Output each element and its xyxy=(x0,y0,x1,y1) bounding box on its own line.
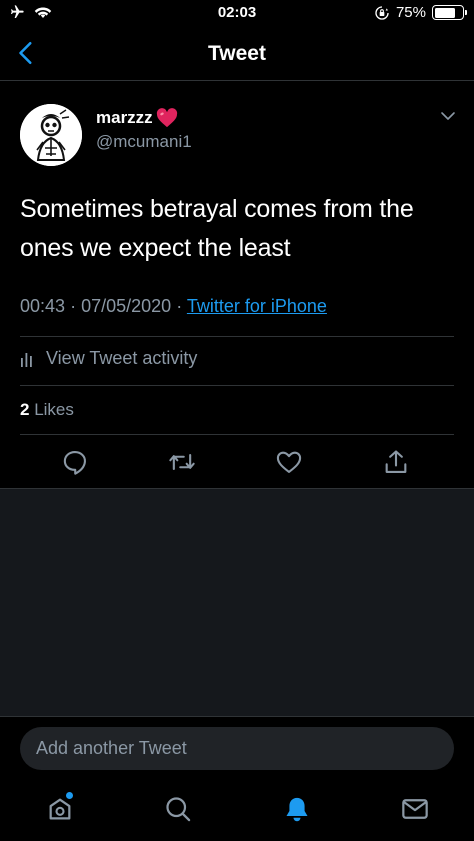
replies-area xyxy=(0,488,474,716)
tweet-detail: marzzz @mcumani1 Sometimes betrayal come… xyxy=(0,82,474,488)
name-row[interactable]: marzzz xyxy=(96,108,178,128)
tab-bar xyxy=(0,778,474,841)
likes-label: Likes xyxy=(34,400,74,419)
display-name: marzzz xyxy=(96,108,153,127)
avatar[interactable] xyxy=(20,104,82,166)
divider xyxy=(20,336,454,337)
divider xyxy=(20,385,454,386)
retweet-icon[interactable] xyxy=(168,448,196,476)
battery-level xyxy=(434,7,455,18)
search-icon[interactable] xyxy=(164,795,192,823)
view-activity-button[interactable]: View Tweet activity xyxy=(20,348,197,369)
chevron-down-icon[interactable] xyxy=(440,110,456,122)
nav-bar: Tweet xyxy=(0,26,474,81)
tweet-time: 00:43 xyxy=(20,296,66,316)
status-right: 75% xyxy=(374,4,467,21)
battery-icon xyxy=(432,5,467,20)
tweet-actions xyxy=(0,448,474,478)
meta-separator: · xyxy=(70,296,77,316)
add-tweet-input[interactable] xyxy=(20,727,454,770)
compose-bar xyxy=(0,716,474,778)
analytics-icon xyxy=(21,352,32,367)
avatar-image xyxy=(20,104,82,166)
like-icon[interactable] xyxy=(275,448,303,476)
messages-icon[interactable] xyxy=(401,795,429,823)
home-icon[interactable] xyxy=(46,795,74,823)
red-heart-icon xyxy=(156,108,177,128)
tweet-date: 07/05/2020 xyxy=(81,296,172,316)
divider xyxy=(20,434,454,435)
tweet-source-link[interactable]: Twitter for iPhone xyxy=(187,296,327,316)
meta-separator: · xyxy=(176,296,183,316)
reply-icon[interactable] xyxy=(61,448,89,476)
orientation-lock-icon xyxy=(375,5,389,20)
likes-count: 2 xyxy=(20,400,30,419)
page-title: Tweet xyxy=(208,42,266,65)
likes-count-link[interactable]: 2 Likes xyxy=(20,400,74,420)
status-bar: 02:03 75% xyxy=(0,0,474,26)
user-handle[interactable]: @mcumani1 xyxy=(96,132,192,152)
share-icon[interactable] xyxy=(382,448,410,476)
battery-percent: 75% xyxy=(395,4,426,21)
view-activity-label: View Tweet activity xyxy=(46,348,198,368)
notifications-icon[interactable] xyxy=(283,795,311,823)
tweet-meta: 00:43 · 07/05/2020 · Twitter for iPhone xyxy=(20,296,327,317)
tweet-text: Sometimes betrayal comes from the ones w… xyxy=(20,195,414,262)
home-new-indicator xyxy=(66,792,73,799)
